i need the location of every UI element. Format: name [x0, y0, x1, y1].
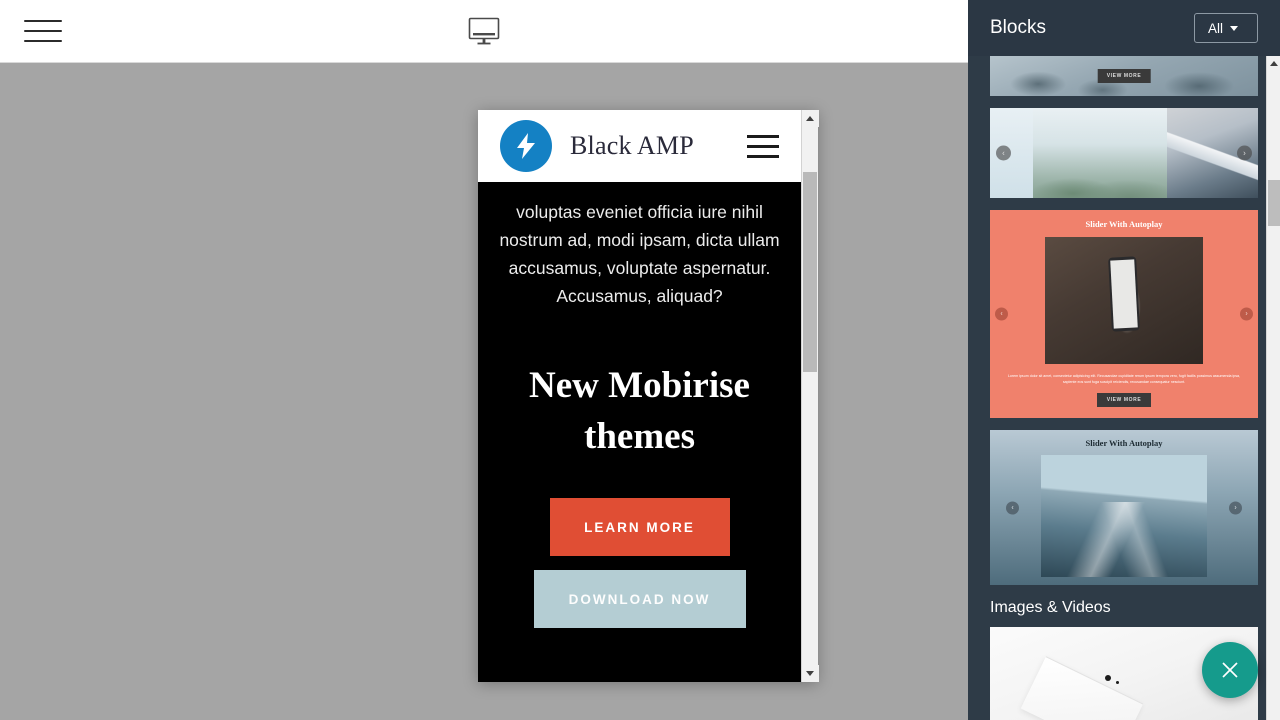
- device-preview-switch: [463, 13, 505, 49]
- hamburger-bar: [747, 134, 779, 138]
- app-root: Black AMP voluptas eveniet officia iure …: [0, 0, 1280, 720]
- coral-slider-preview: Slider With Autoplay Lorem ipsum dolor s…: [990, 210, 1258, 419]
- coral-slider-body: Lorem ipsum dolor sit amet, consectetur …: [1007, 374, 1241, 385]
- hero-actions: LEARN MORE DOWNLOAD NOW: [492, 498, 787, 628]
- carousel-next-arrow-icon: ›: [1237, 145, 1252, 161]
- sidebar-header: Blocks All: [968, 0, 1280, 56]
- hamburger-bar: [24, 20, 62, 22]
- coral-slider-image: [1045, 237, 1203, 364]
- sidebar-scrollbar[interactable]: [1266, 56, 1280, 720]
- glacier-slider-prev-arrow-icon: ‹: [1006, 501, 1019, 515]
- carousel-preview: ‹ ›: [990, 108, 1258, 198]
- phone-in-hand-graphic: [1108, 256, 1140, 332]
- camera-lens-dot: [1105, 674, 1112, 681]
- coral-slider-view-more-button: VIEW MORE: [1096, 393, 1152, 408]
- download-now-button[interactable]: DOWNLOAD NOW: [533, 570, 746, 628]
- blocks-sidebar: Blocks All VIEW MORE ‹ › Slider With Aut…: [968, 0, 1280, 720]
- site-menu-hamburger-icon[interactable]: [747, 131, 779, 162]
- camera-flash-dot: [1115, 681, 1119, 685]
- scrollbar-thumb[interactable]: [803, 172, 817, 372]
- glacier-slider-preview: Slider With Autoplay ‹ ›: [990, 430, 1258, 586]
- coral-slider-title: Slider With Autoplay: [1085, 219, 1163, 229]
- blocks-filter-dropdown[interactable]: All: [1194, 13, 1258, 43]
- carousel-prev-arrow-icon: ‹: [996, 145, 1011, 161]
- sidebar-scrollbar-thumb[interactable]: [1268, 180, 1280, 226]
- coral-slider-next-arrow-icon: ›: [1240, 307, 1253, 321]
- coral-slider-prev-arrow-icon: ‹: [995, 307, 1008, 321]
- site-preview-frame: Black AMP voluptas eveniet officia iure …: [478, 110, 819, 682]
- preview-canvas: Black AMP voluptas eveniet officia iure …: [0, 63, 968, 720]
- blocks-filter-label: All: [1208, 20, 1224, 36]
- desktop-monitor-icon[interactable]: [463, 13, 505, 49]
- preview-scrollbar[interactable]: [801, 110, 819, 682]
- hamburger-bar: [747, 144, 779, 148]
- white-phone-graphic: [1020, 655, 1143, 720]
- hamburger-bar: [24, 30, 62, 32]
- block-thumb-slider-autoplay-coral[interactable]: Slider With Autoplay Lorem ipsum dolor s…: [990, 210, 1258, 419]
- hero-section: voluptas eveniet officia iure nihil nost…: [478, 182, 801, 628]
- hero-paragraph: voluptas eveniet officia iure nihil nost…: [499, 202, 780, 306]
- blocks-list: VIEW MORE ‹ › Slider With Autoplay Lorem…: [968, 56, 1280, 720]
- hamburger-icon[interactable]: [24, 15, 64, 47]
- block-thumb-snow-banner[interactable]: VIEW MORE: [990, 56, 1258, 96]
- brand-name: Black AMP: [570, 131, 694, 160]
- site-preview-page: Black AMP voluptas eveniet officia iure …: [478, 110, 801, 682]
- block-thumb-slider-autoplay-glacier[interactable]: Slider With Autoplay ‹ ›: [990, 430, 1258, 586]
- editor-area: Black AMP voluptas eveniet officia iure …: [0, 0, 968, 720]
- hero-title: New Mobirise themes: [529, 365, 750, 457]
- group-label-images-videos: Images & Videos: [990, 599, 1111, 617]
- hamburger-bar: [24, 40, 62, 42]
- lightning-bolt-icon[interactable]: [500, 120, 552, 172]
- view-more-mini-button: VIEW MORE: [1097, 69, 1151, 83]
- scroll-down-arrow-icon[interactable]: [801, 665, 819, 682]
- block-thumb-two-pane-carousel[interactable]: ‹ ›: [990, 108, 1258, 198]
- glacier-slider-next-arrow-icon: ›: [1229, 501, 1242, 515]
- glacier-slider-title: Slider With Autoplay: [1085, 438, 1163, 449]
- sidebar-scroll-up-arrow-icon[interactable]: [1267, 56, 1280, 71]
- hamburger-bar: [747, 154, 779, 158]
- learn-more-button[interactable]: LEARN MORE: [549, 498, 730, 556]
- glacier-slider-image: [1040, 455, 1208, 578]
- close-icon[interactable]: [1202, 642, 1258, 698]
- site-navbar: Black AMP: [478, 110, 801, 182]
- sidebar-title: Blocks: [990, 17, 1046, 38]
- top-toolbar: [0, 0, 968, 63]
- sidebar-scroll-area[interactable]: VIEW MORE ‹ › Slider With Autoplay Lorem…: [968, 56, 1280, 720]
- snow-banner-preview: VIEW MORE: [990, 56, 1258, 96]
- carousel-pane-forest: [1032, 108, 1167, 198]
- scroll-up-arrow-icon[interactable]: [801, 110, 819, 127]
- chevron-down-icon: [1230, 25, 1239, 31]
